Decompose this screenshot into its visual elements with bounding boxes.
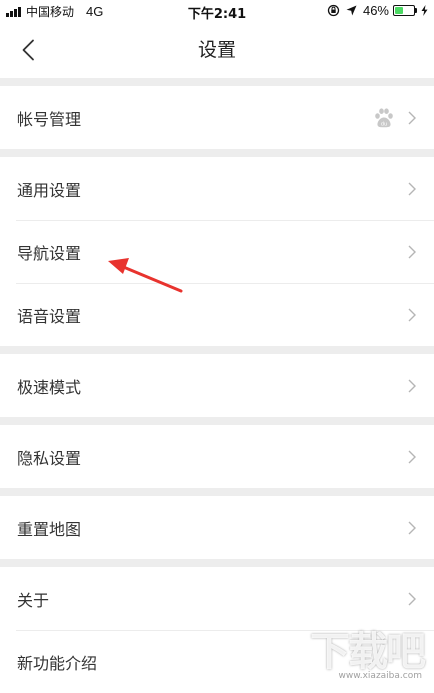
chevron-right-icon: [408, 521, 416, 535]
chevron-right-icon: [408, 592, 416, 606]
navigation-bar: 设置: [0, 22, 434, 78]
chevron-right-icon: [408, 308, 416, 322]
settings-item-voice[interactable]: 语音设置: [0, 283, 434, 346]
settings-item-reset-map[interactable]: 重置地图: [0, 496, 434, 559]
orientation-lock-icon: [327, 4, 340, 17]
svg-text:du: du: [381, 121, 388, 127]
settings-item-privacy[interactable]: 隐私设置: [0, 425, 434, 488]
settings-item-about[interactable]: 关于: [0, 567, 434, 630]
settings-item-label: 帐号管理: [17, 109, 82, 129]
settings-item-navigation[interactable]: 导航设置: [0, 220, 434, 283]
settings-item-speed-mode[interactable]: 极速模式: [0, 354, 434, 417]
back-button[interactable]: [8, 30, 48, 70]
settings-item-account-management[interactable]: 帐号管理 du: [0, 86, 434, 149]
section-speed: 极速模式: [0, 354, 434, 417]
battery-icon: [393, 5, 417, 16]
section-general: 通用设置 导航设置 语音设置: [0, 157, 434, 346]
settings-item-label: 隐私设置: [17, 448, 82, 468]
chevron-right-icon: [408, 245, 416, 259]
section-privacy: 隐私设置: [0, 425, 434, 488]
chevron-right-icon: [408, 111, 416, 125]
settings-item-label: 极速模式: [17, 377, 82, 397]
section-about: 关于 新功能介绍: [0, 567, 434, 693]
settings-list: 帐号管理 du 通用设置 导航设置 语音设置 极速模式 隐私设置 重置地图 关于…: [0, 78, 434, 693]
chevron-right-icon: [408, 450, 416, 464]
settings-item-label: 关于: [17, 590, 50, 610]
chevron-left-icon: [22, 39, 34, 61]
baidu-paw-icon: du: [372, 106, 396, 130]
location-arrow-icon: [346, 5, 357, 16]
chevron-right-icon: [408, 379, 416, 393]
battery-percent: 46%: [362, 3, 389, 18]
section-reset: 重置地图: [0, 496, 434, 559]
settings-item-label: 导航设置: [17, 243, 82, 263]
settings-item-new-features[interactable]: 新功能介绍: [0, 630, 434, 693]
settings-item-label: 语音设置: [17, 306, 82, 326]
settings-item-label: 通用设置: [17, 180, 82, 200]
settings-item-label: 重置地图: [17, 519, 82, 539]
section-account: 帐号管理 du: [0, 86, 434, 149]
battery-level-fill: [395, 7, 403, 14]
chevron-right-icon: [408, 182, 416, 196]
status-right: 46%: [327, 3, 428, 18]
page-title: 设置: [197, 39, 236, 61]
status-bar: 中国移动 4G 下午2:41 46%: [0, 0, 434, 22]
charging-bolt-icon: [421, 5, 428, 16]
settings-item-label: 新功能介绍: [17, 653, 98, 673]
settings-item-general[interactable]: 通用设置: [0, 157, 434, 220]
